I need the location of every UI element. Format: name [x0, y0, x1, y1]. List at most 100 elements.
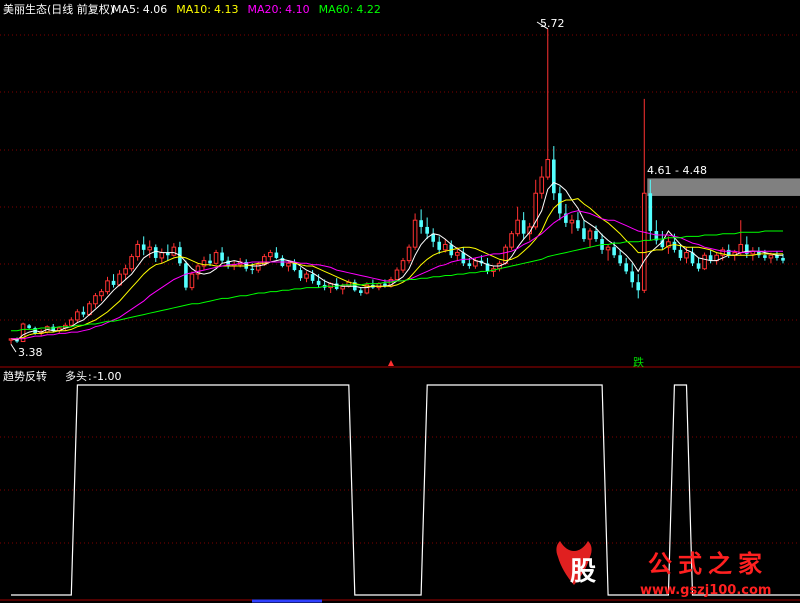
candle-body — [213, 252, 219, 264]
candle-body — [201, 260, 207, 267]
candle-body — [81, 311, 86, 315]
candle[interactable] — [750, 247, 756, 261]
candle-body — [618, 255, 622, 264]
candle[interactable] — [352, 279, 357, 292]
candle[interactable] — [708, 249, 713, 264]
candle[interactable] — [618, 249, 622, 267]
candle-body — [605, 246, 611, 251]
candle[interactable] — [159, 248, 165, 264]
ma-legend-value: 4.22 — [356, 3, 381, 16]
range-box-label: 4.61 - 4.48 — [647, 164, 707, 177]
candle[interactable] — [624, 257, 628, 275]
candle[interactable] — [8, 338, 14, 345]
candle[interactable] — [431, 228, 435, 248]
candle-body — [781, 257, 785, 261]
low-price-label: 3.38 — [18, 346, 43, 359]
candle[interactable] — [509, 230, 514, 250]
candle[interactable] — [425, 217, 429, 240]
candle-body — [159, 252, 165, 259]
candle[interactable] — [189, 271, 195, 291]
candle[interactable] — [406, 244, 412, 264]
candle[interactable] — [111, 274, 116, 288]
candle[interactable] — [213, 249, 219, 265]
price-range-box — [647, 178, 800, 196]
candle[interactable] — [81, 306, 86, 318]
candle-body — [268, 252, 273, 258]
sell-signal-marker: 跌 — [633, 355, 644, 369]
candle[interactable] — [105, 276, 110, 295]
candle[interactable] — [412, 213, 418, 250]
candle[interactable] — [129, 253, 134, 272]
candle[interactable] — [201, 256, 207, 271]
candle[interactable] — [99, 288, 104, 302]
candle[interactable] — [539, 166, 545, 199]
candle[interactable] — [298, 267, 303, 281]
candle-body — [316, 280, 321, 285]
candle[interactable] — [178, 241, 182, 267]
candle[interactable] — [220, 247, 224, 264]
candle[interactable] — [775, 251, 779, 261]
candle[interactable] — [171, 243, 177, 257]
candle-body — [111, 280, 116, 285]
indicator-series-name: 多头 — [65, 369, 87, 383]
candle[interactable] — [153, 244, 158, 262]
candle[interactable] — [569, 214, 575, 234]
candle[interactable] — [515, 206, 520, 237]
candle[interactable] — [587, 228, 593, 248]
candle[interactable] — [268, 249, 273, 261]
indicator-colon: : — [88, 370, 92, 383]
candle-body — [286, 262, 291, 267]
candle[interactable] — [394, 267, 400, 281]
candle[interactable] — [696, 257, 701, 272]
candle[interactable] — [654, 220, 659, 245]
candle[interactable] — [231, 260, 237, 271]
candle[interactable] — [678, 244, 683, 261]
candle-body — [208, 260, 212, 264]
candle[interactable] — [636, 274, 641, 299]
candle[interactable] — [75, 309, 80, 323]
candle[interactable] — [757, 247, 761, 258]
candle[interactable] — [400, 257, 406, 273]
candle[interactable] — [605, 244, 611, 261]
candle-body — [576, 220, 580, 229]
candle[interactable] — [521, 212, 526, 240]
indicator-value: -1.00 — [93, 370, 121, 383]
candle[interactable] — [738, 220, 744, 256]
candle[interactable] — [123, 264, 128, 280]
candle[interactable] — [27, 323, 31, 330]
candle[interactable] — [280, 255, 285, 268]
candle[interactable] — [491, 266, 496, 277]
ma-legend-label: MA10: — [176, 3, 211, 16]
candle[interactable] — [576, 212, 580, 231]
candle[interactable] — [141, 236, 146, 256]
candle[interactable] — [135, 240, 140, 261]
candle[interactable] — [690, 247, 695, 267]
candle-body — [171, 246, 177, 256]
candle[interactable] — [437, 236, 442, 254]
candle-body — [696, 263, 701, 269]
candle[interactable] — [582, 220, 586, 242]
candle-body — [678, 249, 683, 258]
candle-body — [394, 269, 400, 281]
ma-legend-value: 4.10 — [285, 3, 310, 16]
candle[interactable] — [702, 252, 707, 271]
candle[interactable] — [304, 271, 309, 283]
candle-body — [147, 246, 153, 251]
candle-body — [515, 219, 520, 235]
candle[interactable] — [93, 292, 98, 308]
candle[interactable] — [292, 259, 297, 272]
watermark-url-text: www.gszj100.com — [640, 583, 771, 598]
candle[interactable] — [359, 287, 363, 296]
candle[interactable] — [630, 263, 635, 288]
candle[interactable] — [461, 247, 466, 267]
candle-body — [69, 319, 74, 326]
candle[interactable] — [184, 260, 188, 291]
candle[interactable] — [714, 252, 719, 265]
watermark-logo: 股 公式之家 www.gszj100.com — [556, 541, 771, 598]
candle[interactable] — [545, 28, 551, 180]
candle[interactable] — [419, 209, 423, 234]
candle-body — [376, 283, 382, 289]
candle[interactable] — [551, 146, 556, 200]
candle[interactable] — [274, 247, 279, 260]
candle[interactable] — [371, 279, 375, 289]
